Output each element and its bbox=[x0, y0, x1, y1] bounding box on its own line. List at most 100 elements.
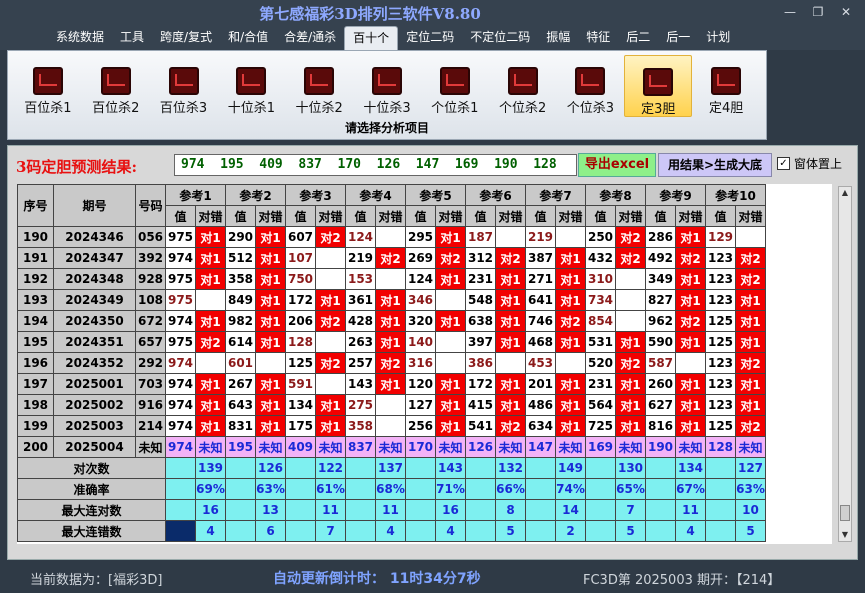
value-cell[interactable]: 975 bbox=[165, 226, 196, 248]
value-cell[interactable]: 607 bbox=[285, 226, 316, 248]
value-cell[interactable]: 564 bbox=[585, 394, 616, 416]
value-cell[interactable]: 816 bbox=[645, 415, 676, 437]
value-cell[interactable]: 127 bbox=[405, 394, 436, 416]
value-cell[interactable]: 831 bbox=[225, 415, 256, 437]
value-cell[interactable]: 750 bbox=[285, 268, 316, 290]
value-cell[interactable]: 201 bbox=[525, 373, 556, 395]
value-cell[interactable]: 643 bbox=[225, 394, 256, 416]
value-cell[interactable]: 346 bbox=[405, 289, 436, 311]
value-cell[interactable]: 206 bbox=[285, 310, 316, 332]
value-cell[interactable]: 153 bbox=[345, 268, 376, 290]
value-cell[interactable]: 120 bbox=[405, 373, 436, 395]
table-row[interactable]: 197 2025001 703 974 对1 267 对1 591 143 对1 120 对1 172 对… bbox=[17, 373, 766, 395]
menu-item-12[interactable]: 计划 bbox=[698, 26, 738, 50]
ribbon-item-9[interactable]: 定3胆 bbox=[624, 55, 693, 117]
value-cell[interactable]: 415 bbox=[465, 394, 496, 416]
restore-icon[interactable]: ❐ bbox=[806, 3, 830, 21]
value-cell[interactable]: 361 bbox=[345, 289, 376, 311]
table-row[interactable]: 193 2024349 108 975 849 对1 172 对1 361 对1 346 548 对1 6… bbox=[17, 289, 766, 311]
ribbon-item-0[interactable]: 百位杀1 bbox=[14, 55, 82, 117]
value-cell[interactable]: 123 bbox=[705, 373, 736, 395]
vertical-scrollbar[interactable]: ▲ ▼ bbox=[838, 186, 852, 542]
value-cell[interactable]: 486 bbox=[525, 394, 556, 416]
value-cell[interactable]: 627 bbox=[645, 394, 676, 416]
ribbon-item-6[interactable]: 个位杀1 bbox=[421, 55, 489, 117]
value-cell[interactable]: 397 bbox=[465, 331, 496, 353]
value-cell[interactable]: 358 bbox=[345, 415, 376, 437]
value-cell[interactable]: 190 bbox=[645, 436, 676, 458]
scroll-down-icon[interactable]: ▼ bbox=[839, 529, 851, 541]
value-cell[interactable]: 975 bbox=[165, 268, 196, 290]
menu-item-9[interactable]: 特征 bbox=[578, 26, 618, 50]
value-cell[interactable]: 641 bbox=[525, 289, 556, 311]
ribbon-item-8[interactable]: 个位杀3 bbox=[557, 55, 625, 117]
value-cell[interactable]: 187 bbox=[465, 226, 496, 248]
value-cell[interactable]: 128 bbox=[285, 331, 316, 353]
table-row[interactable]: 198 2025002 916 974 对1 643 对1 134 对1 275 127 对1 415 对… bbox=[17, 394, 766, 416]
ribbon-item-10[interactable]: 定4胆 bbox=[692, 55, 760, 117]
result-field[interactable]: 974 195 409 837 170 126 147 169 190 128 bbox=[174, 154, 577, 176]
value-cell[interactable]: 231 bbox=[585, 373, 616, 395]
value-cell[interactable]: 124 bbox=[405, 268, 436, 290]
value-cell[interactable]: 267 bbox=[225, 373, 256, 395]
value-cell[interactable]: 734 bbox=[585, 289, 616, 311]
value-cell[interactable]: 123 bbox=[705, 394, 736, 416]
future-row[interactable]: 200 2025004 未知 974 未知 195 未知 409 未知 837 未知 170 未知 126… bbox=[17, 436, 766, 458]
value-cell[interactable]: 854 bbox=[585, 310, 616, 332]
value-cell[interactable]: 134 bbox=[285, 394, 316, 416]
value-cell[interactable]: 123 bbox=[705, 352, 736, 374]
value-cell[interactable]: 541 bbox=[465, 415, 496, 437]
table-row[interactable]: 199 2025003 214 974 对1 831 对1 175 对1 358 256 对1 541 对… bbox=[17, 415, 766, 437]
value-cell[interactable]: 125 bbox=[705, 310, 736, 332]
value-cell[interactable]: 827 bbox=[645, 289, 676, 311]
value-cell[interactable]: 286 bbox=[645, 226, 676, 248]
value-cell[interactable]: 320 bbox=[405, 310, 436, 332]
value-cell[interactable]: 231 bbox=[465, 268, 496, 290]
ribbon-item-7[interactable]: 个位杀2 bbox=[489, 55, 557, 117]
table-row[interactable]: 196 2024352 292 974 601 125 对2 257 对2 316 386 453 52… bbox=[17, 352, 766, 374]
menu-item-2[interactable]: 跨度/复式 bbox=[152, 26, 220, 50]
value-cell[interactable]: 260 bbox=[645, 373, 676, 395]
value-cell[interactable]: 123 bbox=[705, 289, 736, 311]
value-cell[interactable]: 349 bbox=[645, 268, 676, 290]
close-icon[interactable]: ✕ bbox=[834, 3, 858, 21]
value-cell[interactable]: 492 bbox=[645, 247, 676, 269]
table-row[interactable]: 191 2024347 392 974 对1 512 对1 107 219 对2 269 对2 312 对… bbox=[17, 247, 766, 269]
value-cell[interactable]: 263 bbox=[345, 331, 376, 353]
value-cell[interactable]: 531 bbox=[585, 331, 616, 353]
value-cell[interactable]: 512 bbox=[225, 247, 256, 269]
value-cell[interactable]: 614 bbox=[225, 331, 256, 353]
value-cell[interactable]: 147 bbox=[525, 436, 556, 458]
value-cell[interactable]: 974 bbox=[165, 352, 196, 374]
value-cell[interactable]: 974 bbox=[165, 373, 196, 395]
value-cell[interactable]: 219 bbox=[525, 226, 556, 248]
table-row[interactable]: 194 2024350 672 974 对1 982 对1 206 对2 428 对1 320 对1 63… bbox=[17, 310, 766, 332]
value-cell[interactable]: 125 bbox=[705, 415, 736, 437]
menu-item-11[interactable]: 后一 bbox=[658, 26, 698, 50]
table-row[interactable]: 190 2024346 056 975 对1 290 对1 607 对2 124 295 对1 187 2… bbox=[17, 226, 766, 248]
value-cell[interactable]: 974 bbox=[165, 394, 196, 416]
value-cell[interactable]: 124 bbox=[345, 226, 376, 248]
ribbon-item-5[interactable]: 十位杀3 bbox=[353, 55, 421, 117]
value-cell[interactable]: 123 bbox=[705, 247, 736, 269]
value-cell[interactable]: 386 bbox=[465, 352, 496, 374]
value-cell[interactable]: 169 bbox=[585, 436, 616, 458]
menu-item-4[interactable]: 合差/通杀 bbox=[276, 26, 344, 50]
value-cell[interactable]: 295 bbox=[405, 226, 436, 248]
value-cell[interactable]: 316 bbox=[405, 352, 436, 374]
ribbon-item-4[interactable]: 十位杀2 bbox=[285, 55, 353, 117]
value-cell[interactable]: 974 bbox=[165, 415, 196, 437]
value-cell[interactable]: 129 bbox=[705, 226, 736, 248]
value-cell[interactable]: 271 bbox=[525, 268, 556, 290]
value-cell[interactable]: 310 bbox=[585, 268, 616, 290]
value-cell[interactable]: 975 bbox=[165, 289, 196, 311]
value-cell[interactable]: 175 bbox=[285, 415, 316, 437]
value-cell[interactable]: 172 bbox=[465, 373, 496, 395]
value-cell[interactable]: 634 bbox=[525, 415, 556, 437]
topmost-toggle[interactable]: ✓ 窗体置上 bbox=[777, 155, 842, 172]
value-cell[interactable]: 548 bbox=[465, 289, 496, 311]
value-cell[interactable]: 975 bbox=[165, 331, 196, 353]
value-cell[interactable]: 590 bbox=[645, 331, 676, 353]
value-cell[interactable]: 107 bbox=[285, 247, 316, 269]
value-cell[interactable]: 256 bbox=[405, 415, 436, 437]
